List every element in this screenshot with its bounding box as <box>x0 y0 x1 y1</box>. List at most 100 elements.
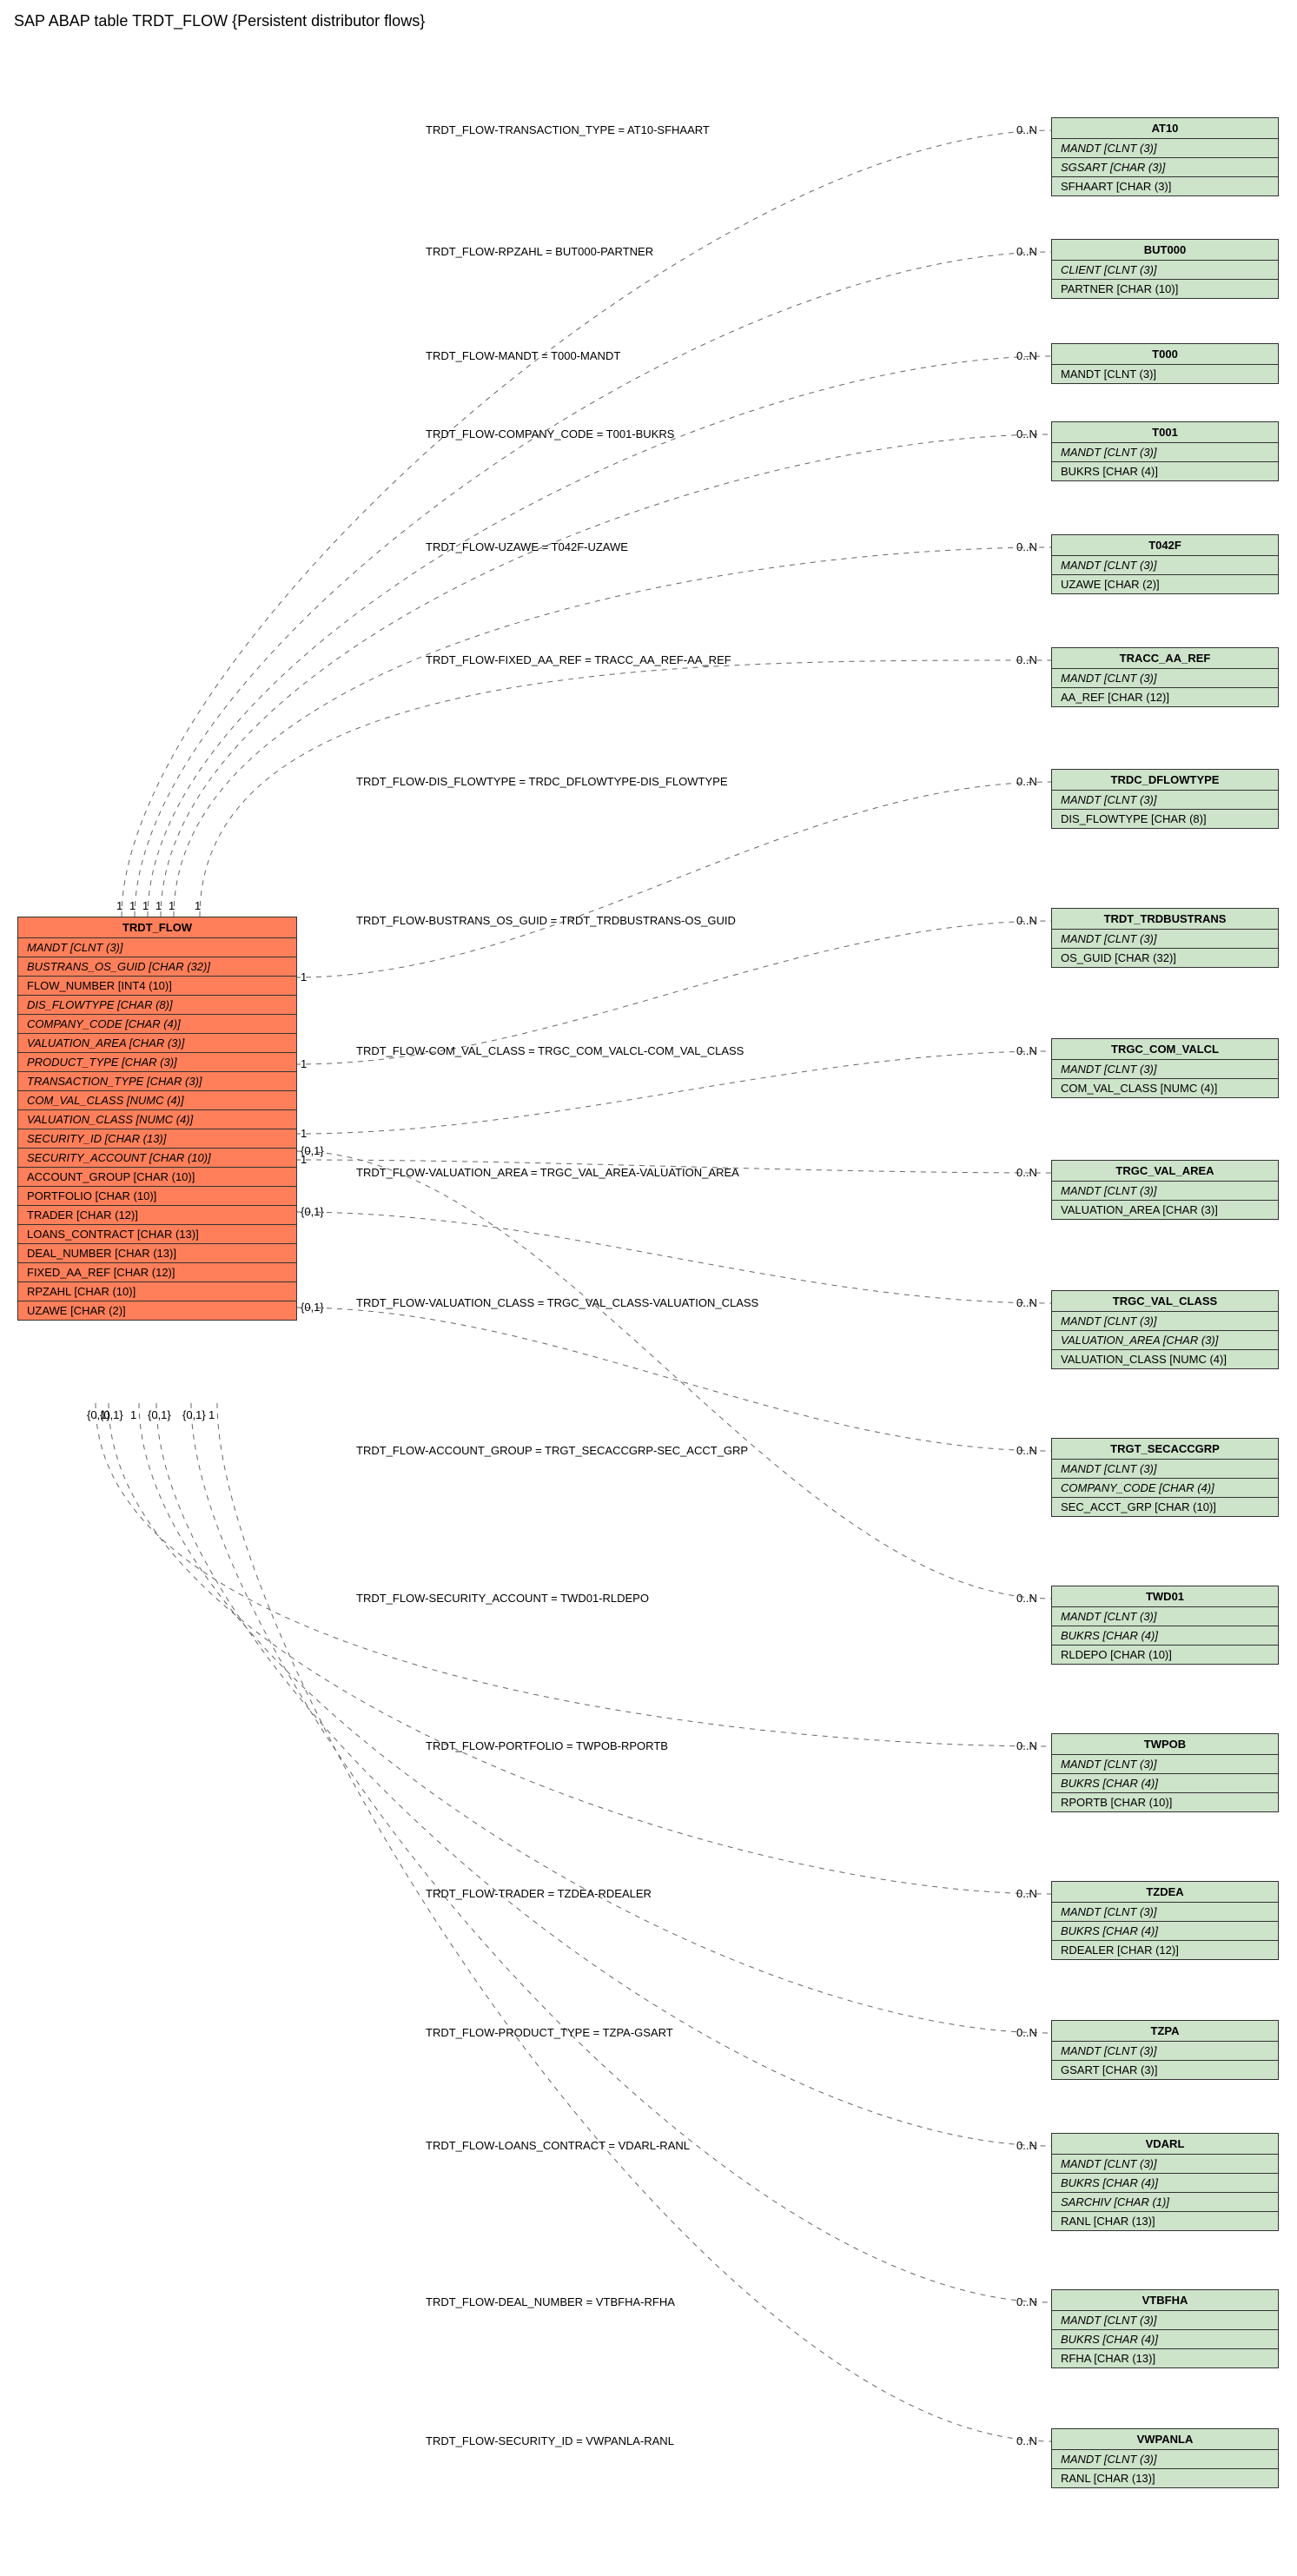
entity-trgc_com_valcl: TRGC_COM_VALCLMANDT [CLNT (3)]COM_VAL_CL… <box>1051 1038 1279 1098</box>
field-row: SARCHIV [CHAR (1)] <box>1052 2193 1278 2212</box>
entity-header: VTBFHA <box>1052 2290 1278 2311</box>
relationship-label: TRDT_FLOW-COMPANY_CODE = T001-BUKRS <box>426 427 674 440</box>
relationship-label: TRDT_FLOW-FIXED_AA_REF = TRACC_AA_REF-AA… <box>426 653 731 666</box>
field-row: GSART [CHAR (3)] <box>1052 2061 1278 2079</box>
field-row: SECURITY_ACCOUNT [CHAR (10)] <box>18 1149 296 1168</box>
cardinality-right: 0..N <box>1016 1887 1037 1900</box>
cardinality-left: {0,1} <box>182 1408 206 1421</box>
field-row: FLOW_NUMBER [INT4 (10)] <box>18 977 296 996</box>
field-row: RPORTB [CHAR (10)] <box>1052 1793 1278 1811</box>
entity-trgc_val_area: TRGC_VAL_AREAMANDT [CLNT (3)]VALUATION_A… <box>1051 1160 1279 1220</box>
entity-tzpa: TZPAMANDT [CLNT (3)]GSART [CHAR (3)] <box>1051 2020 1279 2080</box>
entity-trgt_secaccgrp: TRGT_SECACCGRPMANDT [CLNT (3)]COMPANY_CO… <box>1051 1438 1279 1517</box>
relationship-label: TRDT_FLOW-SECURITY_ACCOUNT = TWD01-RLDEP… <box>356 1592 649 1605</box>
cardinality-right: 0..N <box>1016 1739 1037 1752</box>
field-row: BUSTRANS_OS_GUID [CHAR (32)] <box>18 957 296 977</box>
entity-header: TRACC_AA_REF <box>1052 648 1278 669</box>
field-row: MANDT [CLNT (3)] <box>1052 139 1278 158</box>
cardinality-left: 1 <box>301 1127 307 1140</box>
cardinality-right: 0..N <box>1016 427 1037 440</box>
entity-header: TRGT_SECACCGRP <box>1052 1439 1278 1460</box>
field-row: COMPANY_CODE [CHAR (4)] <box>18 1015 296 1034</box>
field-row: UZAWE [CHAR (2)] <box>1052 575 1278 593</box>
relationship-label: TRDT_FLOW-UZAWE = T042F-UZAWE <box>426 540 628 553</box>
cardinality-right: 0..N <box>1016 540 1037 553</box>
field-row: RPZAHL [CHAR (10)] <box>18 1282 296 1301</box>
field-row: OS_GUID [CHAR (32)] <box>1052 949 1278 967</box>
cardinality-left: {0,1} <box>100 1408 123 1421</box>
cardinality-right: 0..N <box>1016 1044 1037 1057</box>
field-row: VALUATION_CLASS [NUMC (4)] <box>18 1110 296 1129</box>
cardinality-left: 1 <box>301 970 307 983</box>
field-row: PORTFOLIO [CHAR (10)] <box>18 1187 296 1206</box>
relationship-label: TRDT_FLOW-DIS_FLOWTYPE = TRDC_DFLOWTYPE-… <box>356 775 728 788</box>
field-row: MANDT [CLNT (3)] <box>1052 1312 1278 1331</box>
cardinality-right: 0..N <box>1016 1166 1037 1179</box>
diagram-title: SAP ABAP table TRDT_FLOW {Persistent dis… <box>9 9 1297 48</box>
entity-header: VDARL <box>1052 2134 1278 2155</box>
field-row: MANDT [CLNT (3)] <box>1052 930 1278 949</box>
cardinality-left: {0,1} <box>301 1205 324 1218</box>
field-row: SEC_ACCT_GRP [CHAR (10)] <box>1052 1498 1278 1516</box>
relationship-label: TRDT_FLOW-ACCOUNT_GROUP = TRGT_SECACCGRP… <box>356 1444 748 1457</box>
relationship-label: TRDT_FLOW-TRANSACTION_TYPE = AT10-SFHAAR… <box>426 123 710 136</box>
field-row: RDEALER [CHAR (12)] <box>1052 1941 1278 1959</box>
field-row: BUKRS [CHAR (4)] <box>1052 1626 1278 1646</box>
entity-header: TRDT_FLOW <box>18 917 296 938</box>
field-row: TRADER [CHAR (12)] <box>18 1206 296 1225</box>
relationship-label: TRDT_FLOW-PRODUCT_TYPE = TZPA-GSART <box>426 2026 673 2039</box>
cardinality-right: 0..N <box>1016 1592 1037 1605</box>
field-row: MANDT [CLNT (3)] <box>1052 791 1278 810</box>
field-row: MANDT [CLNT (3)] <box>1052 2311 1278 2330</box>
field-row: MANDT [CLNT (3)] <box>1052 1903 1278 1922</box>
field-row: PARTNER [CHAR (10)] <box>1052 280 1278 298</box>
field-row: MANDT [CLNT (3)] <box>1052 669 1278 688</box>
field-row: RANL [CHAR (13)] <box>1052 2212 1278 2230</box>
diagram-canvas: TRDT_FLOW MANDT [CLNT (3)]BUSTRANS_OS_GU… <box>9 48 1297 2567</box>
field-row: MANDT [CLNT (3)] <box>1052 443 1278 462</box>
entity-header: T001 <box>1052 422 1278 443</box>
cardinality-left: 1 <box>208 1408 215 1421</box>
entity-header: TZDEA <box>1052 1882 1278 1903</box>
entity-header: T042F <box>1052 535 1278 556</box>
entity-trdt-flow: TRDT_FLOW MANDT [CLNT (3)]BUSTRANS_OS_GU… <box>17 917 297 1321</box>
field-row: UZAWE [CHAR (2)] <box>18 1301 296 1320</box>
cardinality-left: 1 <box>129 899 136 912</box>
cardinality-left: 1 <box>142 899 149 912</box>
relationship-label: TRDT_FLOW-VALUATION_AREA = TRGC_VAL_AREA… <box>356 1166 739 1179</box>
entity-at10: AT10MANDT [CLNT (3)]SGSART [CHAR (3)]SFH… <box>1051 117 1279 196</box>
entity-header: BUT000 <box>1052 240 1278 261</box>
cardinality-right: 0..N <box>1016 2139 1037 2152</box>
entity-header: TRDT_TRDBUSTRANS <box>1052 909 1278 930</box>
entity-vwpanla: VWPANLAMANDT [CLNT (3)]RANL [CHAR (13)] <box>1051 2428 1279 2488</box>
field-row: BUKRS [CHAR (4)] <box>1052 1922 1278 1941</box>
entity-header: TRGC_VAL_CLASS <box>1052 1291 1278 1312</box>
cardinality-right: 0..N <box>1016 914 1037 927</box>
cardinality-left: 1 <box>116 899 122 912</box>
entity-trdc_dflowtype: TRDC_DFLOWTYPEMANDT [CLNT (3)]DIS_FLOWTY… <box>1051 769 1279 829</box>
field-row: BUKRS [CHAR (4)] <box>1052 462 1278 480</box>
cardinality-left: 1 <box>169 899 175 912</box>
entity-header: TRGC_VAL_AREA <box>1052 1161 1278 1182</box>
cardinality-left: 1 <box>130 1408 136 1421</box>
cardinality-left: 1 <box>301 1057 307 1070</box>
field-row: MANDT [CLNT (3)] <box>18 938 296 957</box>
relationship-label: TRDT_FLOW-VALUATION_CLASS = TRGC_VAL_CLA… <box>356 1296 758 1309</box>
entity-header: TZPA <box>1052 2021 1278 2042</box>
field-row: MANDT [CLNT (3)] <box>1052 2450 1278 2469</box>
cardinality-right: 0..N <box>1016 653 1037 666</box>
entity-header: TWPOB <box>1052 1734 1278 1755</box>
entity-trdt_trdbustrans: TRDT_TRDBUSTRANSMANDT [CLNT (3)]OS_GUID … <box>1051 908 1279 968</box>
cardinality-right: 0..N <box>1016 1444 1037 1457</box>
field-row: DEAL_NUMBER [CHAR (13)] <box>18 1244 296 1263</box>
field-row: BUKRS [CHAR (4)] <box>1052 1774 1278 1793</box>
field-row: MANDT [CLNT (3)] <box>1052 1607 1278 1626</box>
entity-tzdea: TZDEAMANDT [CLNT (3)]BUKRS [CHAR (4)]RDE… <box>1051 1881 1279 1960</box>
field-row: FIXED_AA_REF [CHAR (12)] <box>18 1263 296 1282</box>
entity-header: T000 <box>1052 344 1278 365</box>
entity-vdarl: VDARLMANDT [CLNT (3)]BUKRS [CHAR (4)]SAR… <box>1051 2133 1279 2231</box>
field-row: MANDT [CLNT (3)] <box>1052 365 1278 383</box>
field-row: RLDEPO [CHAR (10)] <box>1052 1646 1278 1664</box>
cardinality-right: 0..N <box>1016 775 1037 788</box>
field-row: DIS_FLOWTYPE [CHAR (8)] <box>1052 810 1278 828</box>
